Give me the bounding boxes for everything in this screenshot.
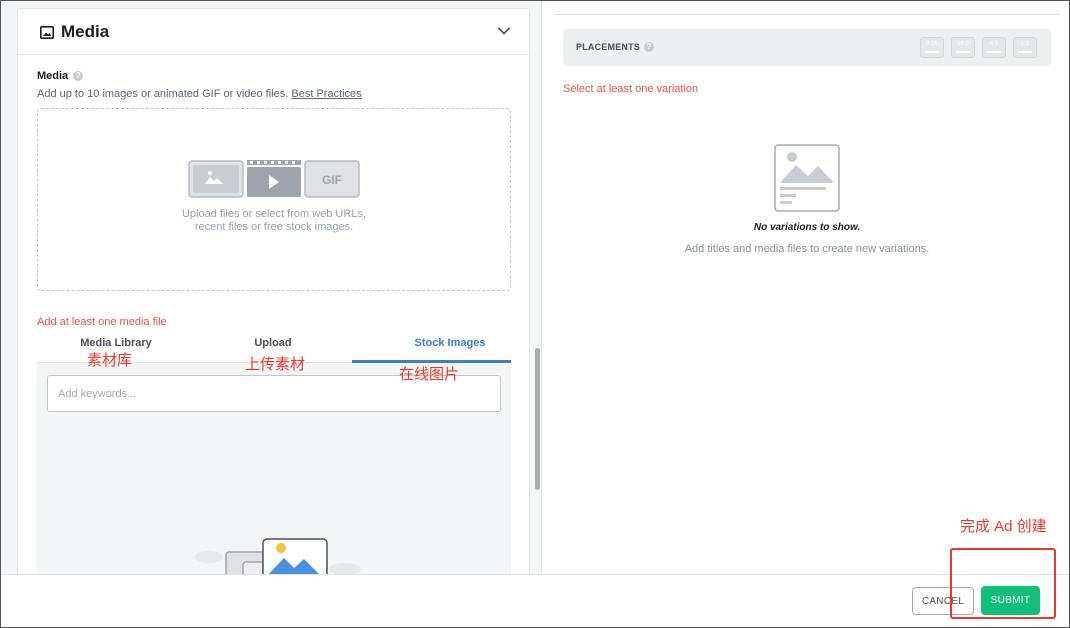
ratio-label: 9:16 (926, 41, 938, 47)
best-practices-link[interactable]: Best Practices (291, 88, 361, 100)
chevron-down-icon[interactable] (497, 26, 511, 36)
annotation-media-library: 素材库 (87, 352, 133, 369)
stock-images-placeholder-icon (195, 538, 361, 574)
empty-variations-subtitle: Add titles and media files to create new… (684, 243, 930, 255)
variation-error-message: Select at least one variation (563, 83, 699, 95)
dropzone-hint: Upload files or select from web URLs, re… (38, 208, 510, 234)
help-icon[interactable]: ? (644, 42, 655, 52)
media-field-label: Media ? (37, 70, 84, 82)
media-card: Media Media ? Add up to 10 images or ani… (17, 8, 530, 574)
document-icon (774, 144, 840, 212)
ratio-toggle-9-16[interactable]: 9:16 (920, 37, 944, 58)
left-panel-scrollbar[interactable] (535, 348, 540, 490)
placement-ratio-toggles: 9:16 16:9 4:5 1:1 (920, 37, 1037, 58)
annotation-upload: 上传素材 (245, 356, 306, 373)
media-card-title: Media (40, 22, 109, 42)
media-card-header[interactable]: Media (18, 9, 529, 55)
gif-icon: GIF (304, 160, 360, 198)
video-icon (247, 160, 301, 197)
placements-label: PLACEMENTS ? (576, 42, 655, 52)
ratio-toggle-1-1[interactable]: 1:1 (1013, 37, 1037, 58)
media-error-message: Add at least one media file (37, 316, 167, 328)
media-type-icons: GIF (188, 160, 360, 198)
ratio-toggle-4-5[interactable]: 4:5 (982, 37, 1006, 58)
annotation-submit: 完成 Ad 创建 (960, 518, 1047, 535)
tab-upload[interactable]: Upload (243, 337, 303, 349)
gif-label: GIF (322, 173, 342, 187)
placements-label-text: PLACEMENTS (576, 42, 641, 52)
ratio-label: 4:5 (989, 41, 999, 47)
help-icon[interactable]: ? (73, 71, 84, 81)
ratio-toggle-16-9[interactable]: 16:9 (951, 37, 975, 58)
placements-bar: PLACEMENTS ? 9:16 16:9 4:5 1:1 (563, 29, 1051, 66)
image-icon (40, 25, 54, 39)
media-description-text: Add up to 10 images or animated GIF or v… (37, 88, 289, 100)
media-field-label-text: Media (37, 70, 69, 82)
media-dropzone[interactable]: GIF Upload files or select from web URLs… (37, 108, 511, 291)
right-panel-top-rule (555, 14, 1060, 15)
stock-images-panel (37, 363, 511, 574)
panel-divider (541, 1, 542, 574)
empty-variations-title: No variations to show. (753, 222, 861, 233)
dropzone-hint-line2: recent files or free stock images. (194, 221, 354, 233)
footer-bar (1, 574, 1069, 627)
media-field-description: Add up to 10 images or animated GIF or v… (37, 88, 362, 100)
ratio-label: 16:9 (957, 41, 969, 47)
dropzone-hint-line1: Upload files or select from web URLs, (181, 208, 366, 220)
media-card-title-text: Media (61, 22, 110, 41)
ratio-label: 1:1 (1020, 41, 1030, 47)
image-icon (188, 160, 244, 198)
annotation-stock-images: 在线图片 (399, 366, 460, 383)
tab-media-library[interactable]: Media Library (66, 337, 166, 349)
annotation-highlight-box (950, 548, 1056, 619)
tab-stock-images[interactable]: Stock Images (371, 337, 529, 349)
